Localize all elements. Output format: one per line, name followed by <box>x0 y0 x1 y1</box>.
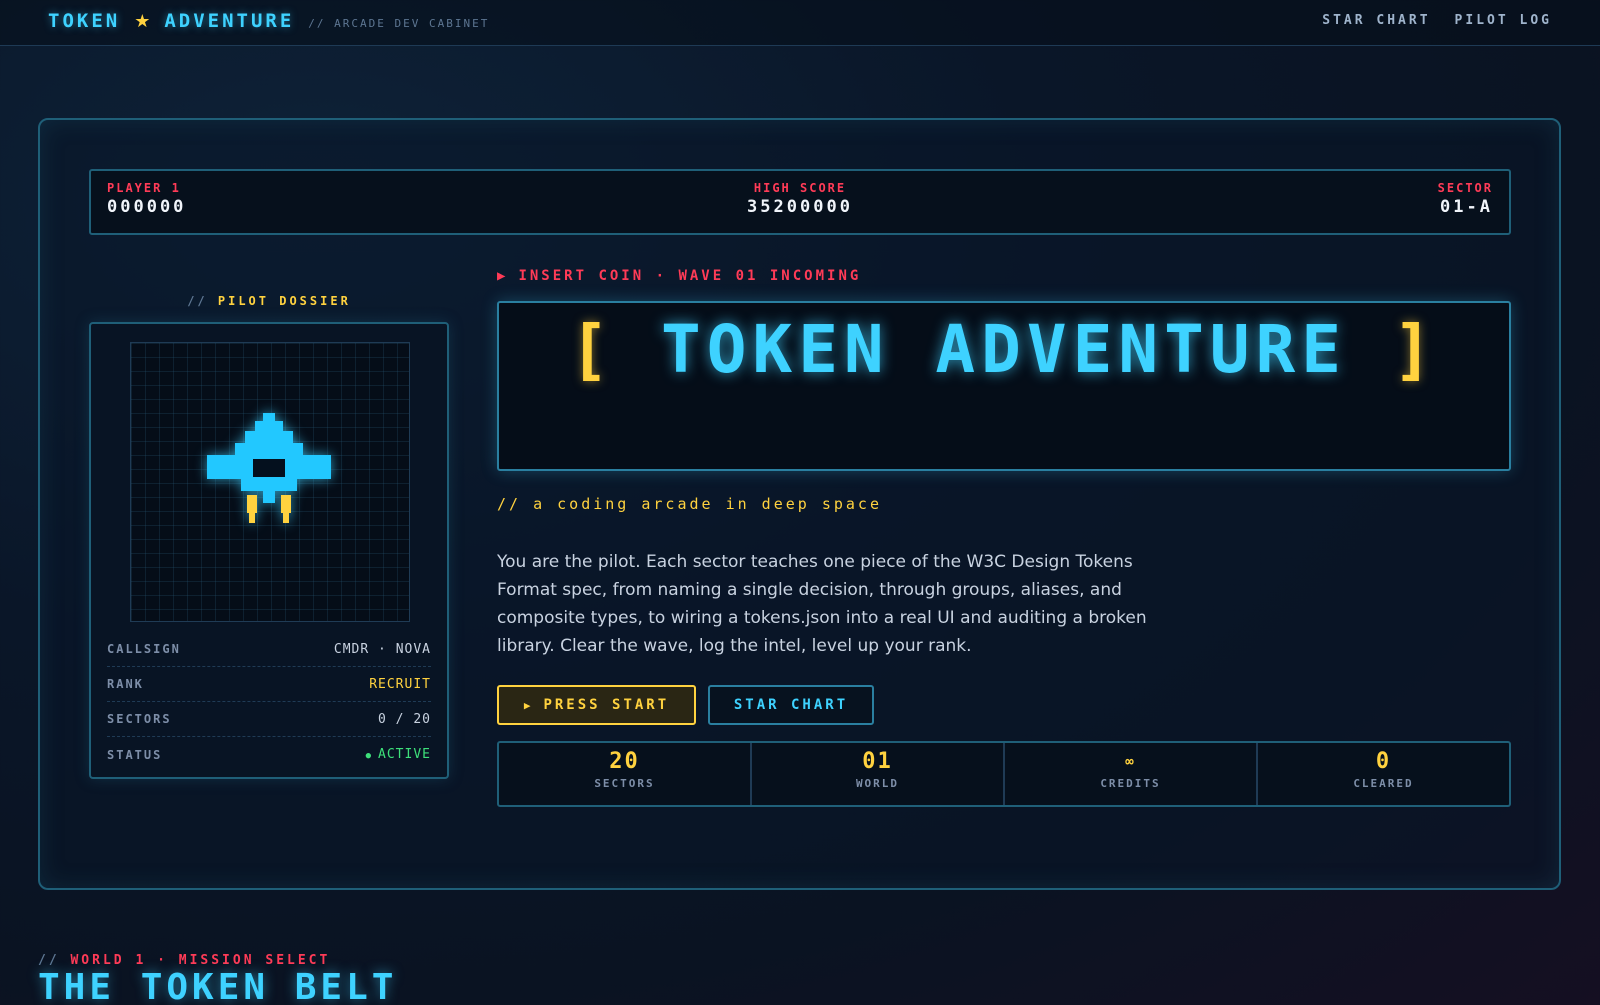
title-bracket-open: [ <box>569 311 616 388</box>
counter-label: SECTORS <box>594 777 655 790</box>
stat-key: SECTORS <box>107 712 172 726</box>
pilot-dossier-card: CALLSIGN CMDR · NOVA RANK RECRUIT SECTOR… <box>89 322 449 779</box>
stats-counters: 20 SECTORS 01 WORLD ∞ CREDITS 0 CLEARED <box>497 741 1511 807</box>
title-text: TOKEN ADVENTURE <box>660 311 1348 388</box>
status-text: ACTIVE <box>378 747 431 762</box>
stat-row-status: STATUS ● ACTIVE <box>107 737 431 772</box>
pilot-stats-list: CALLSIGN CMDR · NOVA RANK RECRUIT SECTOR… <box>107 632 431 772</box>
high-score-value: 35200000 <box>747 197 853 217</box>
wave-announcement: ▶ INSERT COIN · WAVE 01 INCOMING <box>497 268 861 284</box>
intro-paragraph: You are the pilot. Each sector teaches o… <box>497 552 1147 656</box>
status-value: ● ACTIVE <box>366 747 431 762</box>
counter-label: CREDITS <box>1100 777 1161 790</box>
counter-value: ∞ <box>1125 754 1136 770</box>
world-kicker: // WORLD 1 · MISSION SELECT <box>38 953 330 968</box>
counter-label: WORLD <box>855 777 900 790</box>
star-chart-button[interactable]: STAR CHART <box>708 685 874 725</box>
brand-word-token: TOKEN <box>48 10 121 32</box>
brand-word-adventure: ADVENTURE <box>164 10 295 32</box>
counter-label: CLEARED <box>1353 777 1414 790</box>
stat-row-sectors: SECTORS 0 / 20 <box>107 702 431 737</box>
play-arrow-icon: ▶ <box>497 268 509 284</box>
stat-key: CALLSIGN <box>107 642 181 656</box>
top-nav-bar: TOKEN ★ ADVENTURE // ARCADE DEV CABINET … <box>0 0 1600 46</box>
sector-value: 01-A <box>1440 197 1493 217</box>
stat-value: CMDR · NOVA <box>333 641 431 657</box>
counter-cleared: 0 CLEARED <box>1258 743 1509 805</box>
counter-credits: ∞ CREDITS <box>1005 743 1258 805</box>
play-icon: ▶ <box>523 698 534 712</box>
stat-value: RECRUIT <box>369 676 431 692</box>
dossier-heading-text: PILOT DOSSIER <box>217 294 351 308</box>
wave-text: INSERT COIN · WAVE 01 INCOMING <box>518 268 862 284</box>
star-chart-label: STAR CHART <box>733 697 849 713</box>
sector-block: SECTOR 01-A <box>1438 181 1493 217</box>
counter-value: 0 <box>1375 749 1392 774</box>
tagline: // a coding arcade in deep space <box>497 495 882 513</box>
counter-world: 01 WORLD <box>752 743 1005 805</box>
nav-link-pilot-log[interactable]: PILOT LOG <box>1455 13 1552 28</box>
stat-value: 0 / 20 <box>378 711 431 727</box>
star-icon: ★ <box>134 11 151 32</box>
game-title: [ TOKEN ADVENTURE ] <box>539 311 1469 389</box>
brand-subtitle: // ARCADE DEV CABINET <box>308 17 490 30</box>
brand-logo[interactable]: TOKEN ★ ADVENTURE // ARCADE DEV CABINET <box>48 10 489 32</box>
title-bracket-close: ] <box>1392 311 1439 388</box>
stat-row-callsign: CALLSIGN CMDR · NOVA <box>107 632 431 667</box>
stat-key: RANK <box>107 677 144 691</box>
top-nav-links: STAR CHART PILOT LOG <box>1322 13 1552 28</box>
world-kicker-text: WORLD 1 · MISSION SELECT <box>70 953 331 968</box>
high-score-label: HIGH SCORE <box>753 181 847 195</box>
press-start-label: PRESS START <box>543 697 670 713</box>
counter-value: 20 <box>609 749 640 774</box>
stat-key: STATUS <box>107 747 163 762</box>
press-start-button[interactable]: ▶ PRESS START <box>497 685 696 725</box>
world-title: THE TOKEN BELT <box>38 967 398 1005</box>
nav-link-star-chart[interactable]: STAR CHART <box>1322 13 1430 28</box>
title-marquee: [ TOKEN ADVENTURE ] <box>497 301 1511 471</box>
sector-label: SECTOR <box>1437 181 1493 195</box>
scoreboard: PLAYER 1 000000 HIGH SCORE 35200000 SECT… <box>89 169 1511 235</box>
status-dot-icon: ● <box>365 751 373 761</box>
dossier-heading-prefix: // <box>187 294 208 308</box>
stat-row-rank: RANK RECRUIT <box>107 667 431 702</box>
ship-radar-screen <box>130 342 410 622</box>
dossier-heading: // PILOT DOSSIER <box>89 294 449 308</box>
counter-value: 01 <box>862 749 893 774</box>
counter-sectors: 20 SECTORS <box>499 743 752 805</box>
high-score-block: HIGH SCORE 35200000 <box>91 181 1509 217</box>
world-kicker-prefix: // <box>38 953 60 968</box>
spaceship-icon <box>207 413 331 523</box>
